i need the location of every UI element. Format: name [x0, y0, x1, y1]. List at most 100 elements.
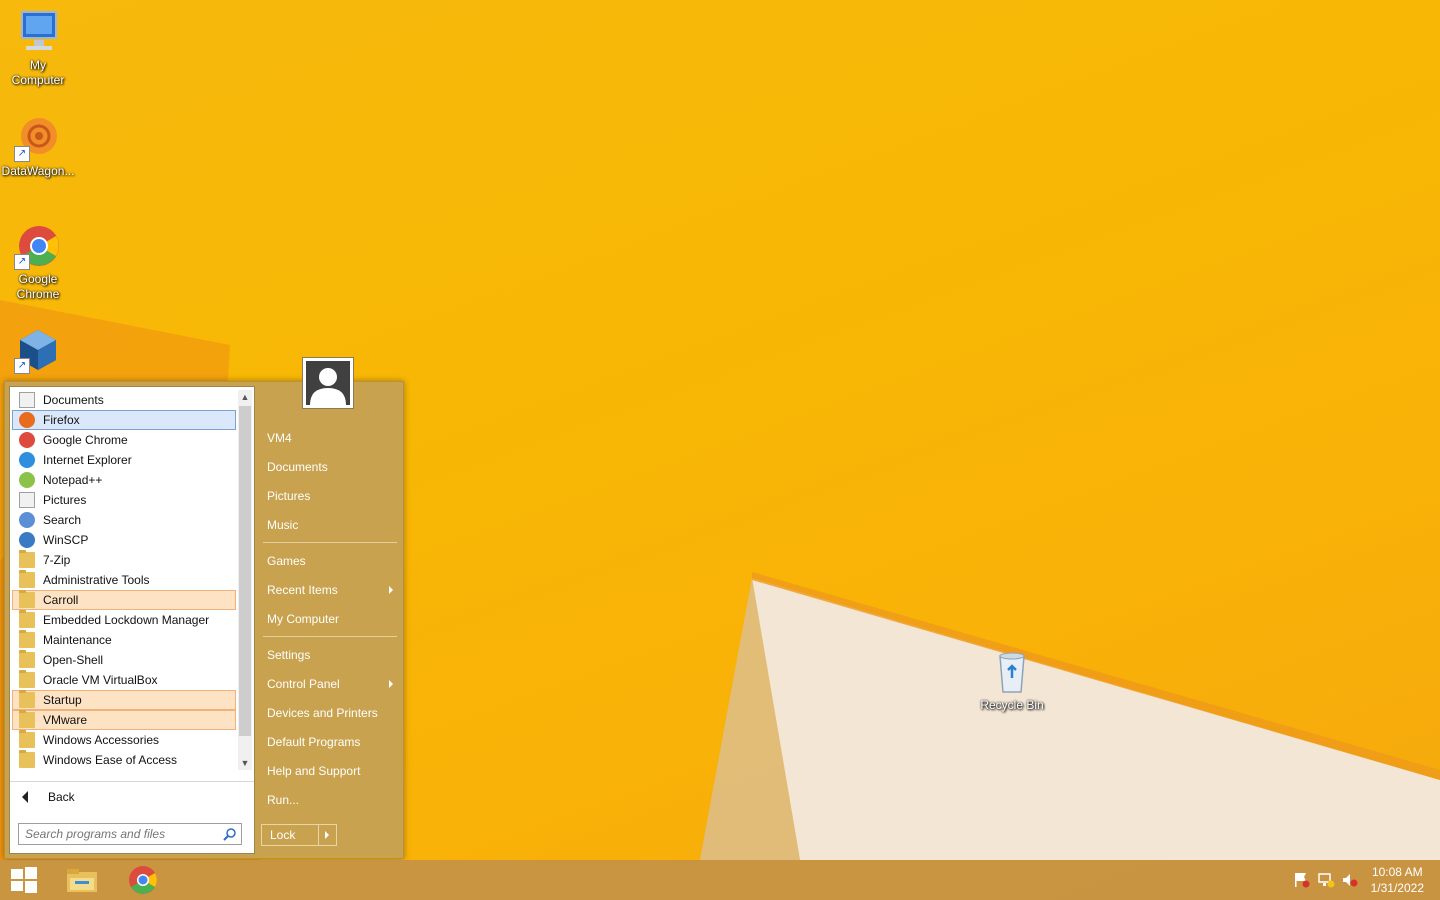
folder-icon — [19, 650, 35, 668]
user-avatar[interactable] — [302, 357, 354, 409]
program-item[interactable]: Search — [12, 510, 236, 530]
taskbar-file-explorer[interactable] — [54, 860, 110, 900]
program-item[interactable]: 7-Zip — [12, 550, 236, 570]
chrome-icon: ↗ — [14, 222, 62, 270]
program-item[interactable]: Pictures — [12, 490, 236, 510]
program-item[interactable]: Open-Shell — [12, 650, 236, 670]
back-label: Back — [48, 790, 75, 804]
clock-date: 1/31/2022 — [1370, 881, 1424, 895]
program-item[interactable]: Startup — [12, 690, 236, 710]
program-item[interactable]: Internet Explorer — [12, 450, 236, 470]
computer-icon — [14, 8, 62, 56]
program-item[interactable]: Embedded Lockdown Manager — [12, 610, 236, 630]
menu-pictures[interactable]: Pictures — [267, 489, 310, 503]
menu-settings[interactable]: Settings — [267, 648, 310, 662]
search-box[interactable] — [18, 823, 242, 845]
program-item-label: Windows Accessories — [43, 733, 160, 747]
back-button[interactable]: Back — [10, 781, 254, 812]
chrome-icon — [129, 866, 157, 894]
taskbar-chrome[interactable] — [115, 860, 171, 900]
menu-games[interactable]: Games — [267, 554, 306, 568]
program-item-label: WinSCP — [43, 533, 89, 547]
folder-icon — [19, 630, 35, 648]
datawagon-icon: ↗ — [14, 114, 62, 162]
volume-muted-icon[interactable] — [1341, 872, 1359, 888]
programs-list: Documents Firefox Google Chrome Internet Ex… — [12, 390, 236, 770]
menu-recent-items[interactable]: Recent Items — [267, 583, 393, 597]
program-item-label: Oracle VM VirtualBox — [43, 673, 158, 687]
menu-user[interactable]: VM4 — [267, 431, 292, 445]
action-center-flag-icon[interactable] — [1293, 872, 1311, 888]
menu-help-support[interactable]: Help and Support — [267, 764, 360, 778]
program-item-label: Maintenance — [43, 633, 112, 647]
folder-icon — [19, 610, 35, 628]
desktop-icon-datawagon[interactable]: ↗ DataWagon... — [0, 114, 76, 179]
program-item[interactable]: Notepad++ — [12, 470, 236, 490]
program-item-label: Google Chrome — [43, 433, 128, 447]
programs-pane: Documents Firefox Google Chrome Internet Ex… — [9, 386, 255, 854]
submenu-arrow-icon — [389, 586, 393, 594]
desktop-icon-label: Google Chrome — [16, 272, 60, 301]
program-item[interactable]: Documents — [12, 390, 236, 410]
program-item[interactable]: WinSCP — [12, 530, 236, 550]
folder-icon — [19, 690, 35, 708]
desktop-icon-recycle-bin[interactable]: Recycle Bin — [974, 648, 1050, 713]
program-item[interactable]: Oracle VM VirtualBox — [12, 670, 236, 690]
scroll-thumb[interactable] — [239, 406, 251, 736]
menu-control-panel-label: Control Panel — [267, 677, 340, 691]
chrome-icon — [19, 432, 35, 448]
firefox-icon — [19, 412, 35, 428]
lock-button[interactable]: Lock — [261, 824, 337, 846]
desktop-icon-label: DataWagon... — [1, 164, 75, 178]
folder-icon — [19, 670, 35, 688]
program-item[interactable]: Windows Accessories — [12, 730, 236, 750]
programs-scrollbar[interactable]: ▲ ▼ — [238, 390, 252, 770]
desktop-icon-my-computer[interactable]: My Computer — [0, 8, 76, 88]
desktop-icon-label: My Computer — [11, 58, 65, 87]
desktop-icon-virtualbox[interactable]: ↗ — [0, 326, 76, 376]
menu-control-panel[interactable]: Control Panel — [267, 677, 393, 691]
search-input[interactable] — [19, 826, 217, 842]
program-item-label: 7-Zip — [43, 553, 71, 567]
menu-documents[interactable]: Documents — [267, 460, 328, 474]
program-item[interactable]: Carroll — [12, 590, 236, 610]
menu-devices-printers[interactable]: Devices and Printers — [267, 706, 378, 720]
pictures-icon — [19, 492, 35, 508]
menu-recent-items-label: Recent Items — [267, 583, 338, 597]
program-item[interactable]: Windows Ease of Access — [12, 750, 236, 770]
chevron-right-icon — [325, 831, 330, 839]
program-item-label: Notepad++ — [43, 473, 103, 487]
lock-options-button[interactable] — [317, 825, 336, 845]
menu-default-programs[interactable]: Default Programs — [267, 735, 360, 749]
start-menu-right-pane: VM4 Documents Pictures Music Games Recen… — [257, 357, 401, 858]
program-item-label: Embedded Lockdown Manager — [43, 613, 210, 627]
program-item[interactable]: Firefox — [12, 410, 236, 430]
network-icon[interactable] — [1317, 872, 1335, 888]
taskbar-clock[interactable]: 10:08 AM 1/31/2022 — [1371, 864, 1424, 896]
lock-label: Lock — [270, 828, 296, 842]
program-item[interactable]: Google Chrome — [12, 430, 236, 450]
folder-icon — [19, 750, 35, 768]
winscp-icon — [19, 532, 35, 548]
recycle-bin-icon — [988, 648, 1036, 696]
menu-run[interactable]: Run... — [267, 793, 299, 807]
menu-separator — [263, 636, 397, 637]
folder-icon — [19, 550, 35, 568]
windows-logo-icon — [11, 867, 37, 893]
system-tray: 10:08 AM 1/31/2022 — [1293, 860, 1440, 900]
search-icon[interactable] — [223, 827, 237, 841]
program-item[interactable]: VMware — [12, 710, 236, 730]
start-button[interactable] — [0, 860, 48, 900]
file-explorer-icon — [67, 869, 97, 892]
program-item-label: Firefox — [43, 413, 80, 427]
desktop-icon-google-chrome[interactable]: ↗ Google Chrome — [0, 222, 76, 302]
program-item[interactable]: Administrative Tools — [12, 570, 236, 590]
virtualbox-icon: ↗ — [14, 326, 62, 374]
menu-my-computer[interactable]: My Computer — [267, 612, 339, 626]
folder-icon — [19, 730, 35, 748]
program-item-label: Carroll — [43, 593, 79, 607]
scroll-down-icon[interactable]: ▼ — [238, 756, 252, 770]
program-item[interactable]: Maintenance — [12, 630, 236, 650]
menu-music[interactable]: Music — [267, 518, 298, 532]
scroll-up-icon[interactable]: ▲ — [238, 390, 252, 404]
